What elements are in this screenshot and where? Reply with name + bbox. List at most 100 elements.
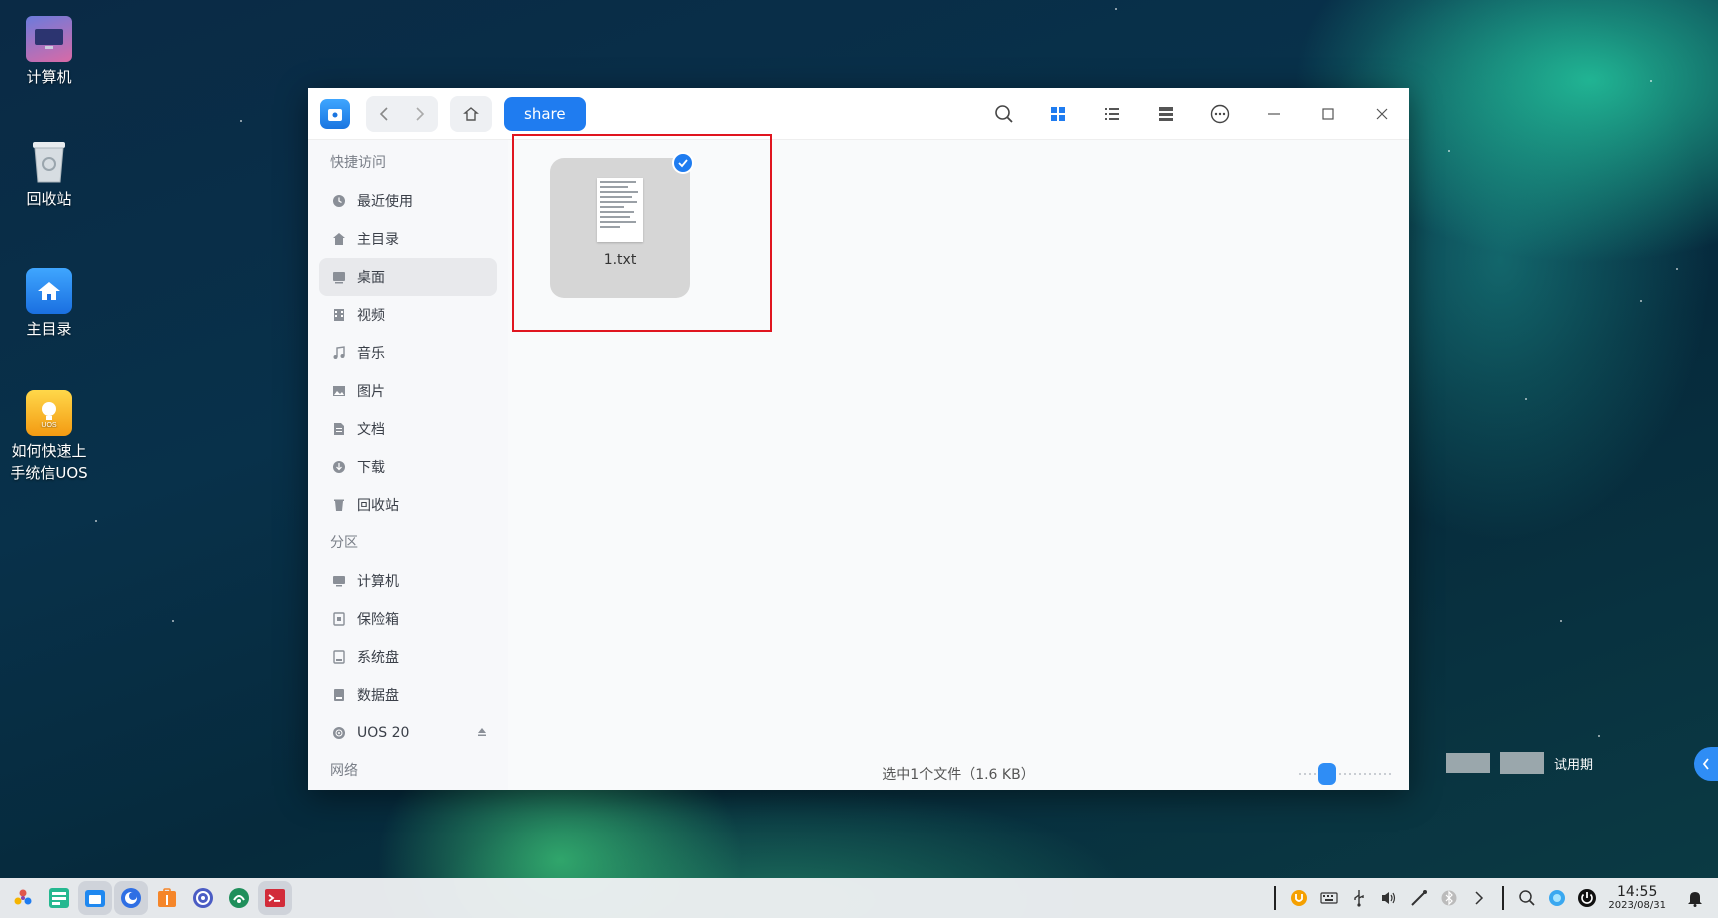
tray-volume[interactable] (1374, 878, 1404, 918)
notification-panel-handle[interactable] (1694, 747, 1718, 781)
sidebar-item-label: 数据盘 (357, 688, 399, 704)
detail-view-icon (1159, 106, 1173, 121)
desktop-icon-uos-guide[interactable]: UOS 如何快速上手统信UOS (1, 390, 97, 484)
home-breadcrumb-button[interactable] (450, 95, 492, 132)
file-manager-window: share 快捷访问 最近使用 主目录 桌面 视频 音乐 图片 文档 下载 回收… (308, 88, 1409, 790)
desktop-icon-trash[interactable]: 回收站 (1, 138, 97, 210)
desktop-icon-home[interactable]: 主目录 (1, 268, 97, 340)
sidebar-item-trash[interactable]: 回收站 (319, 486, 497, 524)
sidebar-item-system-disk[interactable]: 系统盘 (319, 638, 497, 676)
clock-icon (331, 193, 347, 209)
power-icon (1578, 889, 1597, 907)
sidebar-item-label: 桌面 (357, 270, 385, 286)
tray-separator (1502, 886, 1505, 910)
taskbar-app-file-manager[interactable] (78, 881, 112, 915)
tray-assistant[interactable] (1542, 878, 1572, 918)
trial-label: 试用期 (1554, 757, 1594, 773)
tray-notifications[interactable] (1680, 878, 1710, 918)
desktop-icon-label: 如何快速上手统信UOS (10, 442, 88, 482)
launcher-button[interactable] (6, 881, 40, 915)
bluetooth-icon (1441, 890, 1457, 906)
icon-view-button[interactable] (1031, 88, 1085, 140)
sidebar-item-downloads[interactable]: 下载 (319, 448, 497, 486)
network-icon (1411, 890, 1428, 906)
video-icon (331, 307, 347, 323)
chevron-left-icon (1702, 758, 1709, 770)
document-icon (331, 421, 347, 437)
file-view[interactable]: 1.txt 选中1个文件（1.6 KB） (508, 134, 1409, 790)
multitask-view-icon (49, 888, 69, 908)
taskbar-app-browser[interactable] (114, 881, 148, 915)
svg-text:UOS: UOS (41, 422, 57, 428)
file-item[interactable]: 1.txt (550, 152, 694, 298)
desktop-icon (331, 269, 347, 285)
text-file-thumbnail (597, 178, 643, 242)
computer-icon (26, 16, 72, 62)
maximize-button[interactable] (1301, 88, 1355, 140)
sidebar-item-uos20[interactable]: UOS 20 (319, 714, 497, 752)
list-view-icon (1105, 107, 1119, 120)
tray-expand[interactable] (1464, 878, 1494, 918)
eject-icon[interactable] (477, 725, 487, 741)
sidebar-item-data-disk[interactable]: 数据盘 (319, 676, 497, 714)
bell-icon (1688, 892, 1702, 907)
tray-input-method[interactable] (1284, 878, 1314, 918)
back-button[interactable] (366, 96, 402, 132)
close-button[interactable] (1355, 88, 1409, 140)
chevron-left-icon (379, 106, 388, 121)
taskbar-app-store[interactable] (150, 881, 184, 915)
minimize-button[interactable] (1247, 88, 1301, 140)
settings-gear-icon (193, 888, 213, 908)
sidebar-item-videos[interactable]: 视频 (319, 296, 497, 334)
detail-view-button[interactable] (1139, 88, 1193, 140)
taskbar-app-terminal[interactable] (258, 881, 292, 915)
icon-size-slider[interactable] (1299, 763, 1391, 785)
sidebar-item-documents[interactable]: 文档 (319, 410, 497, 448)
music-note-icon (331, 345, 347, 361)
forward-button[interactable] (402, 96, 438, 132)
trash-icon (26, 138, 72, 184)
more-options-button[interactable] (1193, 88, 1247, 140)
sidebar-item-label: 视频 (357, 308, 385, 324)
sidebar-header-quick-access: 快捷访问 (330, 155, 386, 171)
sidebar-item-label: 系统盘 (357, 650, 399, 666)
search-icon (995, 104, 1013, 123)
sidebar: 快捷访问 最近使用 主目录 桌面 视频 音乐 图片 文档 下载 回收站 分区 计… (308, 140, 508, 790)
launcher-icon (14, 889, 32, 905)
image-icon (331, 383, 347, 399)
home-icon (463, 106, 479, 121)
computer-icon (331, 573, 347, 589)
trial-watermark: 试用期 (1446, 752, 1593, 774)
search-icon (1519, 890, 1535, 906)
tray-bluetooth[interactable] (1434, 878, 1464, 918)
history-nav (366, 95, 438, 132)
taskbar-clock[interactable]: 14:55 2023/08/31 (1608, 884, 1666, 912)
taskbar-app-settings[interactable] (186, 881, 220, 915)
sidebar-item-pictures[interactable]: 图片 (319, 372, 497, 410)
sidebar-item-label: 最近使用 (357, 194, 413, 210)
close-icon (1376, 108, 1388, 119)
tray-network[interactable] (1404, 878, 1434, 918)
tray-keyboard[interactable] (1314, 878, 1344, 918)
home-icon (331, 231, 347, 247)
sidebar-item-desktop[interactable]: 桌面 (319, 258, 497, 296)
tray-search[interactable] (1512, 878, 1542, 918)
voice-assistant-icon (1549, 890, 1566, 906)
sidebar-item-home[interactable]: 主目录 (319, 220, 497, 258)
chevron-right-icon (416, 106, 425, 121)
taskbar-app-desktop[interactable] (42, 881, 76, 915)
file-manager-icon (85, 890, 105, 907)
list-view-button[interactable] (1085, 88, 1139, 140)
sidebar-item-recent[interactable]: 最近使用 (319, 182, 497, 220)
sidebar-item-music[interactable]: 音乐 (319, 334, 497, 372)
desktop-icon-computer[interactable]: 计算机 (1, 16, 97, 88)
breadcrumb-share[interactable]: share (504, 96, 586, 131)
sidebar-item-vault[interactable]: 保险箱 (319, 600, 497, 638)
search-button[interactable] (977, 88, 1031, 140)
tray-usb[interactable] (1344, 878, 1374, 918)
taskbar-app-assistant[interactable] (222, 881, 256, 915)
sidebar-item-computer[interactable]: 计算机 (319, 562, 497, 600)
tray-power[interactable] (1572, 878, 1602, 918)
download-icon (331, 459, 347, 475)
slider-handle[interactable] (1317, 763, 1336, 785)
